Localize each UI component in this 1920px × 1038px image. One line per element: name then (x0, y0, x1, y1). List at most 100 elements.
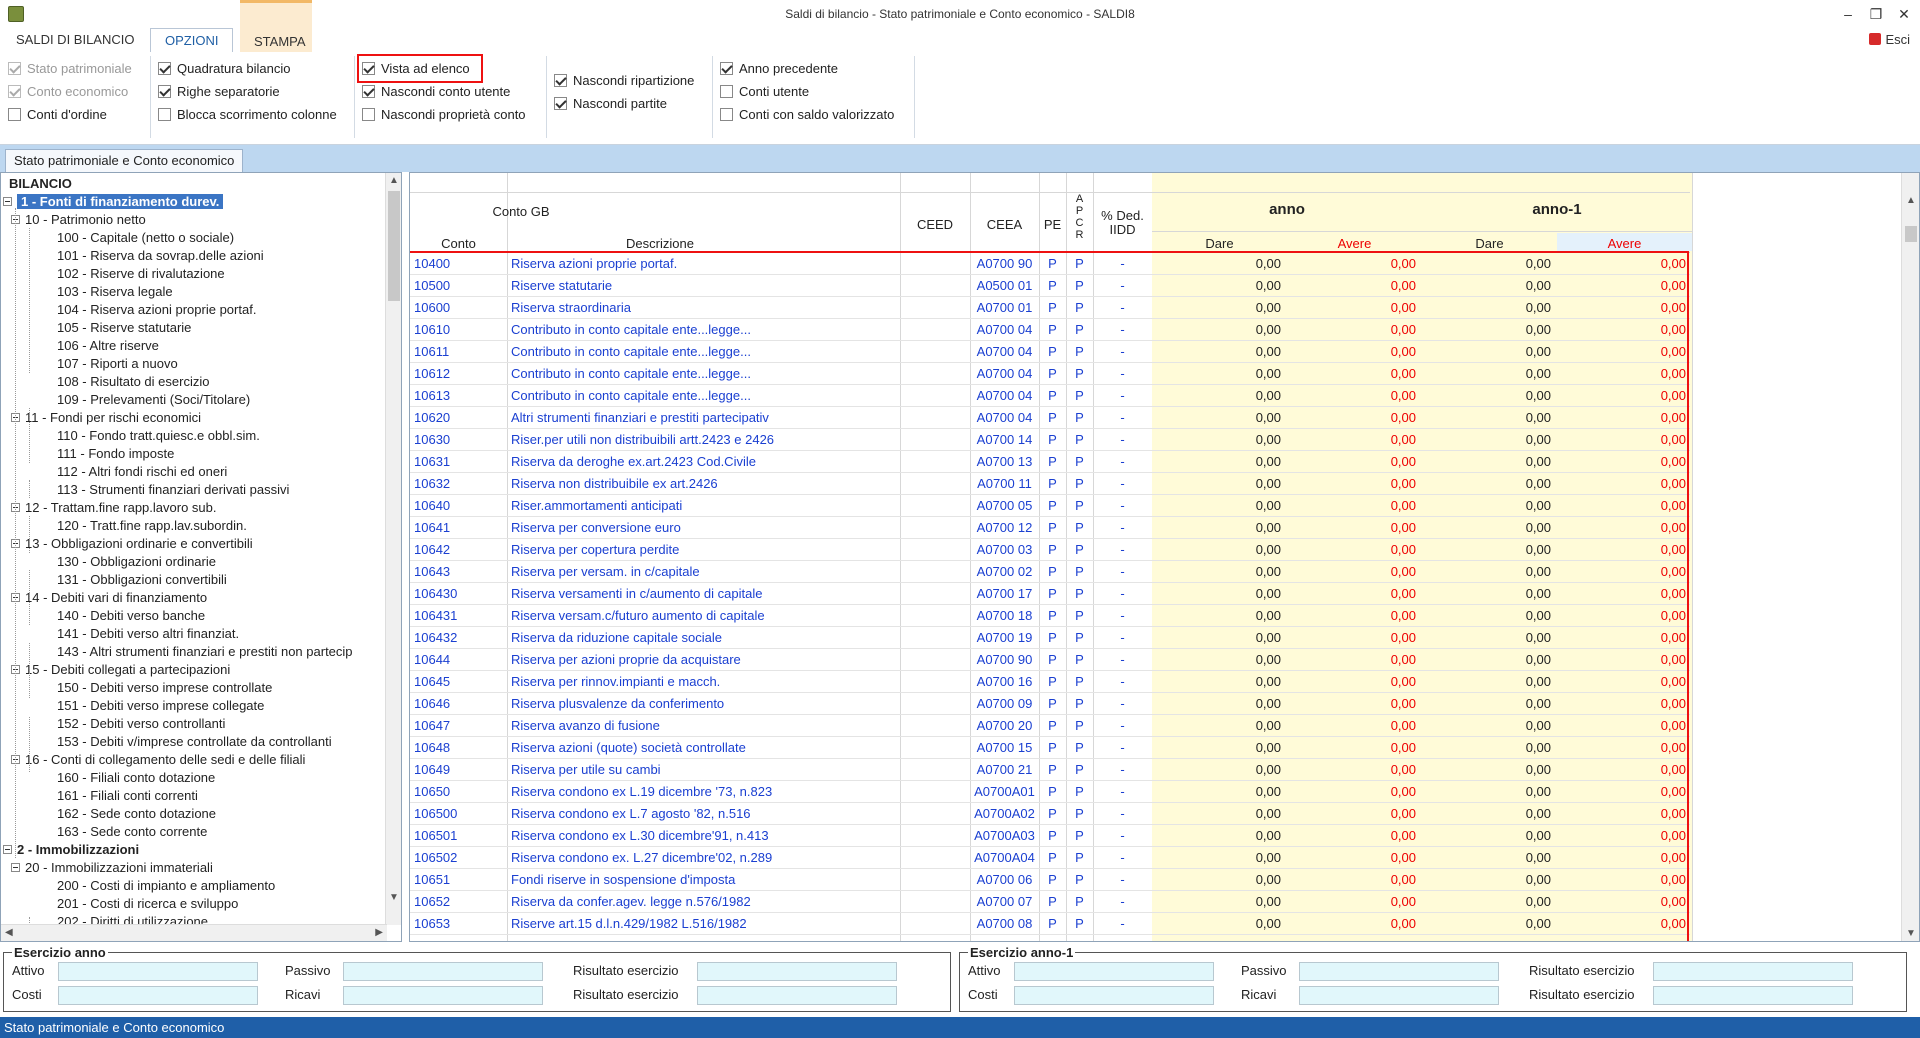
option-nascondi-conto-utente[interactable]: Nascondi conto utente (362, 83, 510, 101)
table-row[interactable]: 10610 Contributo in conto capitale ente..… (410, 319, 1690, 341)
minimize-button[interactable]: – (1834, 4, 1862, 24)
table-row[interactable]: 106502 Riserva condono ex. L.27 dicembre'… (410, 847, 1690, 869)
table-row[interactable]: 10630 Riser.per utili non distribuibili a… (410, 429, 1690, 451)
attivo-field[interactable] (58, 962, 258, 981)
tab-stato-patrimoniale[interactable]: Stato patrimoniale e Conto economico (5, 149, 244, 172)
table-row[interactable]: 10644 Riserva per azioni proprie da acqui… (410, 649, 1690, 671)
table-row[interactable]: 10643 Riserva per versam. in c/capitale A0… (410, 561, 1690, 583)
tree-node[interactable]: 161 - Filiali conti correnti (57, 787, 198, 805)
close-button[interactable]: ✕ (1890, 4, 1918, 24)
option-conti-saldo-valorizzato[interactable]: Conti con saldo valorizzato (720, 106, 894, 124)
option-vista-ad-elenco[interactable]: Vista ad elenco (362, 60, 470, 78)
tree-node[interactable]: 103 - Riserva legale (57, 283, 173, 301)
table-row[interactable]: 10648 Riserva azioni (quote) società cont… (410, 737, 1690, 759)
option-conto-economico[interactable]: Conto economico (8, 83, 128, 101)
grid-vertical-scrollbar[interactable]: ▲ ▼ (1901, 173, 1919, 941)
tree-node[interactable]: 2 - Immobilizzazioni (3, 841, 139, 859)
header-avere-prev[interactable]: Avere (1557, 236, 1692, 251)
header-ceed[interactable]: CEED (900, 217, 970, 232)
option-conti-ordine[interactable]: Conti d'ordine (8, 106, 107, 124)
restore-button[interactable]: ❐ (1862, 4, 1890, 24)
tree-node[interactable]: 120 - Tratt.fine rapp.lav.subordin. (57, 517, 247, 535)
tree-node[interactable]: 153 - Debiti v/imprese controllate da co… (57, 733, 332, 751)
table-row[interactable]: 10646 Riserva plusvalenze da conferimento… (410, 693, 1690, 715)
header-pe[interactable]: PE (1039, 217, 1066, 232)
scroll-up-icon[interactable]: ▲ (389, 175, 399, 186)
tree-horizontal-scrollbar[interactable]: ◀ ▶ (1, 924, 387, 941)
option-conti-utente[interactable]: Conti utente (720, 83, 809, 101)
tree-node[interactable]: 111 - Fondo imposte (57, 445, 174, 463)
table-row[interactable]: 106431 Riserva versam.c/futuro aumento di… (410, 605, 1690, 627)
tree-node[interactable]: 141 - Debiti verso altri finanziat. (57, 625, 239, 643)
tree-node[interactable]: 201 - Costi di ricerca e sviluppo (57, 895, 238, 913)
tree-node[interactable]: 10 - Patrimonio netto (11, 211, 146, 229)
table-row[interactable]: 10653 Riserve art.15 d.l.n.429/1982 L.516… (410, 913, 1690, 935)
tree-node[interactable]: 14 - Debiti vari di finanziamento (11, 589, 207, 607)
costi-field[interactable] (58, 986, 258, 1005)
scroll-down-icon[interactable]: ▼ (1906, 928, 1916, 939)
costi-prev-field[interactable] (1014, 986, 1214, 1005)
tree-node[interactable]: 100 - Capitale (netto o sociale) (57, 229, 234, 247)
collapse-icon[interactable] (3, 845, 12, 854)
option-nascondi-ripartizione[interactable]: Nascondi ripartizione (554, 72, 694, 90)
table-row[interactable]: 106432 Riserva da riduzione capitale soci… (410, 627, 1690, 649)
tree-node[interactable]: 104 - Riserva azioni proprie portaf. (57, 301, 256, 319)
header-ceea[interactable]: CEEA (970, 217, 1039, 232)
tree-node[interactable]: 160 - Filiali conto dotazione (57, 769, 215, 787)
table-row[interactable]: 10641 Riserva per conversione euro A0700 1… (410, 517, 1690, 539)
table-row[interactable]: 10649 Riserva per utile su cambi A0700 21 P… (410, 759, 1690, 781)
risultato-esercizio-prev-field-2[interactable] (1653, 986, 1853, 1005)
tree-node[interactable]: 143 - Altri strumenti finanziari e prest… (57, 643, 353, 661)
table-row[interactable]: 10651 Fondi riserve in sospensione d'impo… (410, 869, 1690, 891)
collapse-icon[interactable] (3, 197, 12, 206)
tree-node[interactable]: 11 - Fondi per rischi economici (11, 409, 201, 427)
table-row[interactable]: 10647 Riserva avanzo di fusione A0700 20 P P… (410, 715, 1690, 737)
tree-node[interactable]: 109 - Prelevamenti (Soci/Titolare) (57, 391, 250, 409)
header-ded-iidd[interactable]: % Ded. IIDD (1093, 209, 1152, 237)
risultato-esercizio-field-2[interactable] (697, 986, 897, 1005)
header-apcr[interactable]: A P C R (1066, 193, 1093, 241)
table-row[interactable]: 10612 Contributo in conto capitale ente..… (410, 363, 1690, 385)
table-row[interactable]: 106501 Riserva condono ex L.30 dicembre'9… (410, 825, 1690, 847)
tree-node[interactable]: 150 - Debiti verso imprese controllate (57, 679, 272, 697)
header-dare-prev[interactable]: Dare (1422, 236, 1557, 251)
tree-node[interactable]: 106 - Altre riserve (57, 337, 159, 355)
tree-node[interactable]: 110 - Fondo tratt.quiesc.e obbl.sim. (57, 427, 260, 445)
tab-opzioni[interactable]: OPZIONI (150, 28, 234, 52)
header-descrizione[interactable]: Descrizione (507, 236, 813, 251)
table-row[interactable]: 10652 Riserva da confer.agev. legge n.576… (410, 891, 1690, 913)
scroll-thumb[interactable] (1905, 226, 1917, 242)
tree-node[interactable]: 108 - Risultato di esercizio (57, 373, 209, 391)
tree-node[interactable]: 152 - Debiti verso controllanti (57, 715, 225, 733)
table-row[interactable]: 10620 Altri strumenti finanziari e presti… (410, 407, 1690, 429)
table-row[interactable]: 106430 Riserva versamenti in c/aumento di… (410, 583, 1690, 605)
option-nascondi-proprieta-conto[interactable]: Nascondi proprietà conto (362, 106, 526, 124)
tab-saldi-di-bilancio[interactable]: SALDI DI BILANCIO (2, 28, 148, 52)
risultato-esercizio-prev-field[interactable] (1653, 962, 1853, 981)
header-dare[interactable]: Dare (1152, 236, 1287, 251)
collapse-icon[interactable] (11, 863, 20, 872)
header-avere[interactable]: Avere (1287, 236, 1422, 251)
tree-node[interactable]: 1 - Fonti di finanziamento durev. (3, 193, 224, 211)
table-row[interactable]: 10611 Contributo in conto capitale ente..… (410, 341, 1690, 363)
tree-node[interactable]: 140 - Debiti verso banche (57, 607, 205, 625)
scroll-down-icon[interactable]: ▼ (389, 892, 399, 903)
scroll-right-icon[interactable]: ▶ (375, 927, 383, 938)
exit-button[interactable]: Esci (1869, 32, 1910, 47)
option-blocca-scorrimento[interactable]: Blocca scorrimento colonne (158, 106, 337, 124)
tree-node[interactable]: 20 - Immobilizzazioni immateriali (11, 859, 213, 877)
table-row[interactable]: 10500 Riserve statutarie A0500 01 P P - 0,00 0,… (410, 275, 1690, 297)
tree-node[interactable]: 101 - Riserva da sovrap.delle azioni (57, 247, 264, 265)
tree-vertical-scrollbar[interactable]: ▲ ▼ (385, 173, 401, 925)
ricavi-prev-field[interactable] (1299, 986, 1499, 1005)
scroll-thumb[interactable] (388, 191, 400, 301)
header-conto[interactable]: Conto (410, 236, 507, 251)
tree-node[interactable]: 12 - Trattam.fine rapp.lavoro sub. (11, 499, 216, 517)
tree-node[interactable]: 163 - Sede conto corrente (57, 823, 207, 841)
option-quadratura-bilancio[interactable]: Quadratura bilancio (158, 60, 290, 78)
tree-node[interactable]: 107 - Riporti a nuovo (57, 355, 178, 373)
option-anno-precedente[interactable]: Anno precedente (720, 60, 838, 78)
tab-stampa[interactable]: STAMPA (240, 0, 312, 52)
scroll-up-icon[interactable]: ▲ (1906, 195, 1916, 206)
table-row[interactable]: 10400 Riserva azioni proprie portaf. A0700… (410, 253, 1690, 275)
